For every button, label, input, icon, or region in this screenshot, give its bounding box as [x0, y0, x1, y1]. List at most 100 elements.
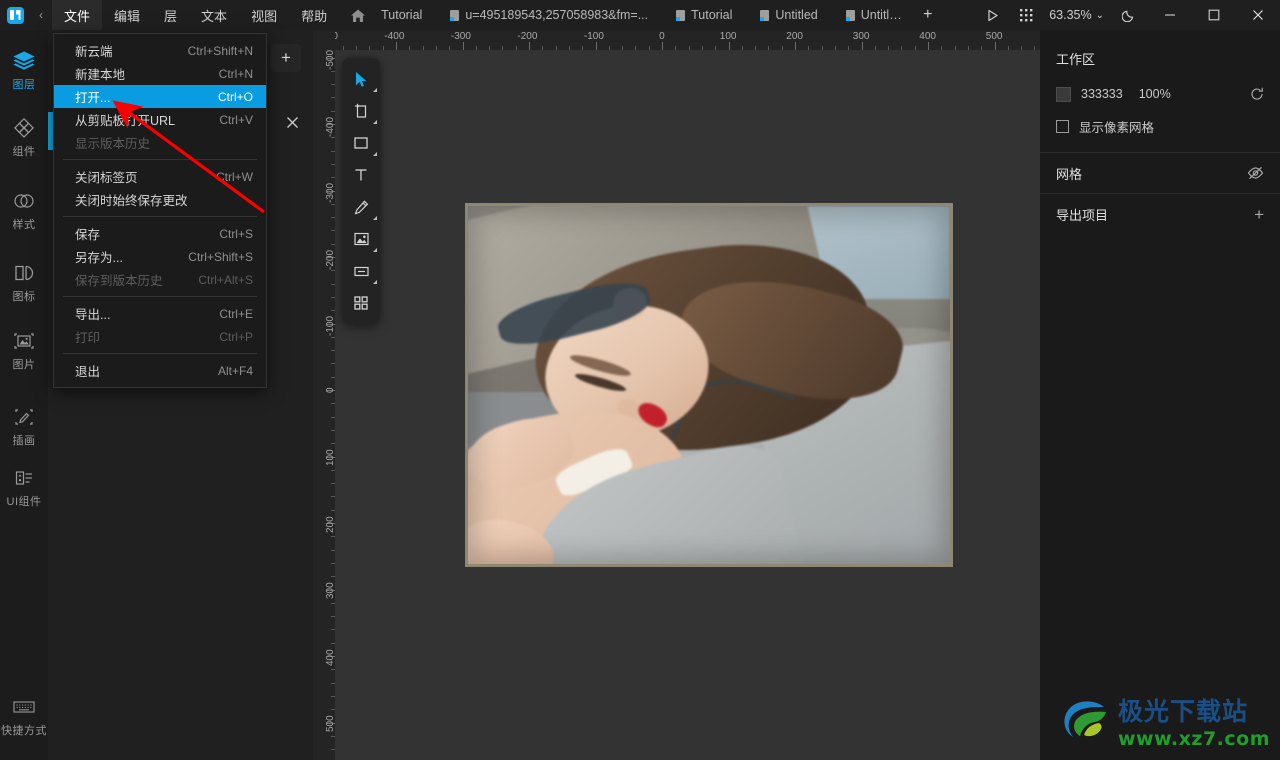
- sidebar-label: 快捷方式: [1, 725, 47, 737]
- watermark-brand: 极光下载站: [1117, 697, 1248, 726]
- horizontal-ruler[interactable]: -500-400-300-200-1000100200300400500: [313, 30, 1040, 50]
- moon-icon[interactable]: [1110, 0, 1148, 30]
- pixel-grid-checkbox[interactable]: [1056, 119, 1069, 133]
- rectangle-icon[interactable]: [342, 127, 380, 159]
- menu-option[interactable]: 关闭时始终保存更改: [54, 188, 266, 211]
- menu-option: 打印 Ctrl+P: [54, 325, 266, 348]
- menu-view[interactable]: 视图: [239, 0, 289, 30]
- tab-item[interactable]: Untitled: [832, 0, 916, 30]
- tab-label: Tutorial: [691, 8, 733, 22]
- sidebar-item-layers[interactable]: 图层: [0, 48, 48, 92]
- color-swatch[interactable]: [1056, 86, 1071, 102]
- menu-option[interactable]: 新云端 Ctrl+Shift+N: [54, 39, 266, 62]
- home-icon[interactable]: [339, 0, 377, 30]
- tab-item[interactable]: Tutorial: [662, 0, 746, 30]
- play-icon[interactable]: [975, 0, 1009, 30]
- image-placeholder-icon[interactable]: [342, 223, 380, 255]
- sidebar-item-ui-kit[interactable]: UI组件: [0, 465, 48, 509]
- menu-option[interactable]: 打开... Ctrl+O: [54, 85, 266, 108]
- file-menu-dropdown: 新云端 Ctrl+Shift+N 新建本地 Ctrl+N 打开... Ctrl+O 从剪贴板…: [53, 33, 267, 388]
- menu-option-label: 显示版本历史: [75, 137, 151, 151]
- menu-option[interactable]: 保存 Ctrl+S: [54, 222, 266, 245]
- ruler-tick: [728, 42, 730, 50]
- ruler-label: 200: [325, 515, 335, 533]
- sidebar-item-shortcuts[interactable]: 快捷方式: [0, 694, 48, 738]
- slice-icon[interactable]: [342, 255, 380, 287]
- watermark: 极光下载站 www.xz7.com: [1060, 692, 1270, 750]
- chevron-down-icon: ⌄: [1095, 9, 1104, 21]
- close-button[interactable]: [1236, 0, 1280, 30]
- menu-text[interactable]: 文本: [189, 0, 239, 30]
- menu-option[interactable]: 导出... Ctrl+E: [54, 302, 266, 325]
- new-tab-button[interactable]: +: [916, 0, 940, 30]
- app-logo[interactable]: [0, 0, 30, 30]
- menu-option-label: 打印: [75, 331, 101, 345]
- ruler-label: 500: [325, 715, 335, 733]
- workspace-color-row[interactable]: 333333 100%: [1040, 78, 1280, 110]
- tab-label: u=495189543,257058983&fm=...: [465, 8, 649, 22]
- image-icon: [0, 328, 48, 354]
- menu-bar: 文件 编辑 层 文本 视图 帮助: [52, 0, 339, 30]
- tab-item[interactable]: Untitled: [746, 0, 831, 30]
- tab-label: Untitled: [860, 8, 902, 22]
- menu-option[interactable]: 关闭标签页 Ctrl+W: [54, 165, 266, 188]
- ruler-tick: [462, 42, 464, 50]
- tab-label: Tutorial: [381, 8, 423, 22]
- ruler-label: -100: [325, 316, 335, 337]
- menu-option-accelerator: Ctrl+P: [219, 329, 253, 344]
- sidebar-item-illustration[interactable]: 插画: [0, 404, 48, 448]
- tab-item[interactable]: Tutorial: [377, 0, 436, 30]
- back-chevron-icon[interactable]: ‹: [30, 0, 52, 30]
- menu-edit[interactable]: 编辑: [102, 0, 152, 30]
- minimize-button[interactable]: [1148, 0, 1192, 30]
- sidebar-label: 样式: [12, 219, 36, 231]
- sidebar-item-components[interactable]: 组件: [0, 115, 48, 159]
- refresh-icon[interactable]: [1250, 87, 1264, 101]
- tab-item[interactable]: u=495189543,257058983&fm=...: [436, 0, 662, 30]
- pencil-icon[interactable]: [342, 191, 380, 223]
- maximize-button[interactable]: [1192, 0, 1236, 30]
- menu-option[interactable]: 另存为... Ctrl+Shift+S: [54, 245, 266, 268]
- menu-option-label: 导出...: [75, 308, 111, 322]
- sidebar-label: 图片: [12, 359, 36, 371]
- ruler-label: 100: [719, 31, 737, 42]
- menu-option[interactable]: 从剪贴板打开URL Ctrl+V: [54, 108, 266, 131]
- add-layer-button[interactable]: +: [271, 44, 301, 72]
- menu-option[interactable]: 新建本地 Ctrl+N: [54, 62, 266, 85]
- frame-icon[interactable]: [342, 95, 380, 127]
- menu-layer[interactable]: 层: [152, 0, 189, 30]
- grid-apps-icon[interactable]: [1009, 0, 1043, 30]
- app-window: ‹ 文件 编辑 层 文本 视图 帮助 Tutorial u=495189543,…: [0, 0, 1280, 760]
- cursor-select-icon[interactable]: [342, 63, 380, 95]
- sidebar-label: 图标: [12, 291, 36, 303]
- illustration-icon: [0, 404, 48, 430]
- watermark-url: www.xz7.com: [1117, 728, 1270, 750]
- document-icon: [450, 9, 460, 21]
- vertical-ruler[interactable]: -500 -400 -300 -200 -100 0 100 200 300 400 500: [313, 30, 335, 760]
- close-panel-icon[interactable]: [286, 116, 299, 132]
- sidebar-item-icons[interactable]: 图标: [0, 260, 48, 304]
- text-icon[interactable]: [342, 159, 380, 191]
- eye-off-icon[interactable]: [1247, 166, 1264, 180]
- menu-option-accelerator: Ctrl+W: [216, 169, 253, 184]
- components-icon: [0, 115, 48, 141]
- menu-option[interactable]: 退出 Alt+F4: [54, 359, 266, 382]
- menu-help[interactable]: 帮助: [289, 0, 339, 30]
- pixel-grid-row[interactable]: 显示像素网格: [1040, 110, 1280, 142]
- menu-file[interactable]: 文件: [52, 0, 103, 30]
- export-title-label: 导出项目: [1056, 207, 1109, 223]
- components-grid-icon[interactable]: [342, 287, 380, 319]
- export-section-title[interactable]: 导出项目 +: [1040, 194, 1280, 234]
- sidebar-label: 插画: [12, 435, 36, 447]
- zoom-level-control[interactable]: 63.35% ⌄: [1043, 0, 1110, 30]
- add-export-button[interactable]: +: [1254, 206, 1264, 223]
- ui-kit-icon: [0, 465, 48, 491]
- ruler-label: 200: [786, 31, 803, 42]
- grid-section-title[interactable]: 网格: [1040, 153, 1280, 193]
- sidebar-item-styles[interactable]: 样式: [0, 188, 48, 232]
- ruler-tick: [928, 42, 929, 50]
- ruler-label: -200: [325, 249, 335, 270]
- canvas-artwork[interactable]: [465, 203, 953, 567]
- sidebar-item-images[interactable]: 图片: [0, 328, 48, 372]
- sidebar-label: 图层: [12, 79, 36, 91]
